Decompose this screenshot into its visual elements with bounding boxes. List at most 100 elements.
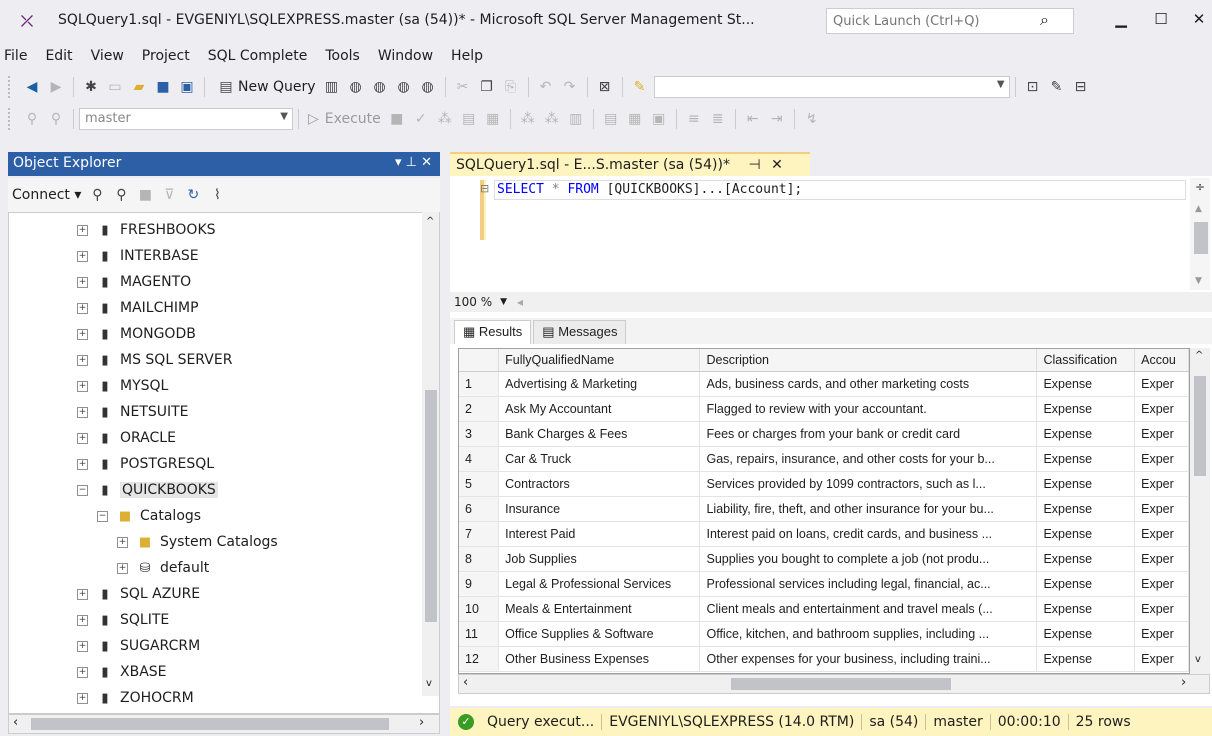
quick-launch-input[interactable] (826, 8, 1074, 34)
table-cell[interactable]: Interest Paid (498, 521, 701, 547)
live-stats-icon[interactable]: ⁂ (541, 108, 563, 130)
scrollbar-thumb[interactable] (1194, 376, 1206, 476)
decrease-indent-icon[interactable]: ⇤ (742, 108, 764, 130)
scrollbar-thumb[interactable] (1194, 222, 1208, 254)
table-cell[interactable]: Exper (1134, 596, 1189, 622)
forward-icon[interactable]: ▶ (45, 76, 67, 98)
results-to-file-icon[interactable]: ▣ (648, 108, 670, 130)
query-designer-icon[interactable]: ▤ (458, 108, 480, 130)
table-cell[interactable]: Ask My Accountant (498, 396, 701, 422)
query-line[interactable]: SELECT * FROM [QUICKBOOKS]...[Account]; (494, 180, 1186, 200)
table-cell[interactable]: Expense (1036, 496, 1136, 522)
table-cell[interactable]: Exper (1134, 521, 1189, 547)
table-cell[interactable]: Expense (1036, 521, 1136, 547)
split-icon[interactable]: ÷ (1195, 180, 1205, 194)
scrollbar-thumb[interactable] (731, 678, 951, 690)
table-row[interactable]: 4 Car & Truck Gas, repairs, insurance, and… (459, 446, 1189, 472)
table-cell[interactable]: Expense (1036, 571, 1136, 597)
back-icon[interactable]: ◀ (21, 76, 43, 98)
table-row[interactable]: 7 Interest Paid Interest paid on loans, cr… (459, 521, 1189, 547)
copy-icon[interactable]: ❐ (476, 76, 498, 98)
expand-icon[interactable]: + (77, 614, 88, 626)
tab-results[interactable]: ▦ Results (454, 320, 532, 344)
expand-icon[interactable]: + (77, 458, 88, 470)
stop-icon[interactable]: ■ (386, 108, 408, 130)
connect-button[interactable]: Connect ▾ (12, 187, 81, 203)
database-engine-query-icon[interactable]: ▥ (321, 76, 343, 98)
row-number[interactable]: 1 (459, 371, 500, 397)
toolbox-icon[interactable]: ⊟ (1070, 76, 1092, 98)
menu-sql-complete[interactable]: SQL Complete (199, 42, 317, 70)
scroll-left-icon[interactable]: ‹ (13, 715, 18, 730)
specify-values-icon[interactable]: ↯ (801, 108, 823, 130)
expand-icon[interactable]: + (77, 640, 88, 652)
table-row[interactable]: 12 Other Business Expenses Other expenses … (459, 646, 1189, 672)
column-header[interactable] (459, 349, 500, 372)
table-row[interactable]: 9 Legal & Professional Services Profession… (459, 571, 1189, 597)
row-number[interactable]: 5 (459, 471, 500, 497)
table-row[interactable]: 5 Contractors Services provided by 1099 co… (459, 471, 1189, 497)
table-cell[interactable]: Fees or charges from your bank or credit… (699, 421, 1038, 447)
connect-icon[interactable]: ⚲ (21, 108, 43, 130)
save-icon[interactable]: ■ (152, 76, 174, 98)
row-number[interactable]: 8 (459, 546, 500, 572)
find-combo[interactable]: ▼ (653, 76, 1010, 98)
collapse-region-icon[interactable]: ⊟ (480, 182, 489, 195)
table-cell[interactable]: Exper (1134, 421, 1189, 447)
activity-monitor-icon[interactable]: ⊠ (594, 76, 616, 98)
undo-icon[interactable]: ↶ (535, 76, 557, 98)
cut-icon[interactable]: ✂ (452, 76, 474, 98)
table-cell[interactable]: Exper (1134, 646, 1189, 672)
disconnect-icon[interactable]: ⚲ (110, 184, 132, 206)
table-cell[interactable]: Insurance (498, 496, 701, 522)
expand-icon[interactable]: + (77, 328, 88, 340)
expand-icon[interactable]: + (117, 536, 128, 548)
table-cell[interactable]: Professional services including legal, f… (699, 571, 1038, 597)
table-cell[interactable]: Other Business Expenses (498, 646, 701, 672)
table-cell[interactable]: Services provided by 1099 contractors, s… (699, 471, 1038, 497)
expand-icon[interactable]: + (77, 406, 88, 418)
tree-item[interactable]: − ■ Catalogs (97, 503, 201, 529)
activity-monitor-icon[interactable]: ⌇ (206, 184, 228, 206)
scroll-down-icon[interactable]: ▼ (1195, 276, 1202, 286)
column-header[interactable]: Description (699, 349, 1038, 372)
table-cell[interactable]: Expense (1036, 446, 1136, 472)
menu-window[interactable]: Window (369, 42, 442, 70)
table-cell[interactable]: Expense (1036, 421, 1136, 447)
row-number[interactable]: 6 (459, 496, 500, 522)
table-cell[interactable]: Exper (1134, 371, 1189, 397)
table-cell[interactable]: Flagged to review with your accountant. (699, 396, 1038, 422)
menu-file[interactable]: File (0, 42, 36, 70)
table-row[interactable]: 8 Job Supplies Supplies you bought to comp… (459, 546, 1189, 572)
object-explorer-horizontal-scrollbar[interactable]: ‹ › (8, 714, 440, 734)
tree-item[interactable]: − ▮ QUICKBOOKS (77, 477, 218, 503)
expand-icon[interactable]: + (77, 224, 88, 236)
table-row[interactable]: 6 Insurance Liability, fire, theft, and ot… (459, 496, 1189, 522)
table-cell[interactable]: Supplies you bought to complete a job (n… (699, 546, 1038, 572)
row-number[interactable]: 10 (459, 596, 500, 622)
table-cell[interactable]: Legal & Professional Services (498, 571, 701, 597)
new-query-button[interactable]: ▤ New Query (210, 75, 320, 99)
tree-item[interactable]: + ■ System Catalogs (117, 529, 278, 555)
table-cell[interactable]: Expense (1036, 621, 1136, 647)
tree-item[interactable]: + ▮ NETSUITE (77, 399, 189, 425)
uncomment-icon[interactable]: ≣ (707, 108, 729, 130)
tree-item[interactable]: + ▮ MAGENTO (77, 269, 191, 295)
menu-tools[interactable]: Tools (316, 42, 369, 70)
scroll-right-icon[interactable]: › (419, 715, 424, 730)
expand-icon[interactable]: + (77, 588, 88, 600)
table-cell[interactable]: Office Supplies & Software (498, 621, 701, 647)
tree-item[interactable]: + ▮ INTERBASE (77, 243, 199, 269)
table-cell[interactable]: Exper (1134, 571, 1189, 597)
tab-sqlquery1[interactable]: SQLQuery1.sql - E...S.master (sa (54))* … (450, 152, 810, 176)
zoom-level[interactable]: 100 % (454, 295, 492, 309)
refresh-icon[interactable]: ↻ (182, 184, 204, 206)
table-cell[interactable]: Liability, fire, theft, and other insura… (699, 496, 1038, 522)
tab-messages[interactable]: ▤ Messages (533, 320, 627, 344)
tree-item[interactable]: + ▮ SQLITE (77, 607, 169, 633)
scroll-right-icon[interactable]: › (1181, 675, 1186, 690)
toolbar-grip[interactable] (8, 108, 14, 130)
paste-icon[interactable]: ⎘ (500, 76, 522, 98)
close-tab-icon[interactable]: ✕ (771, 157, 783, 173)
connect-icon[interactable]: ⚲ (86, 184, 108, 206)
